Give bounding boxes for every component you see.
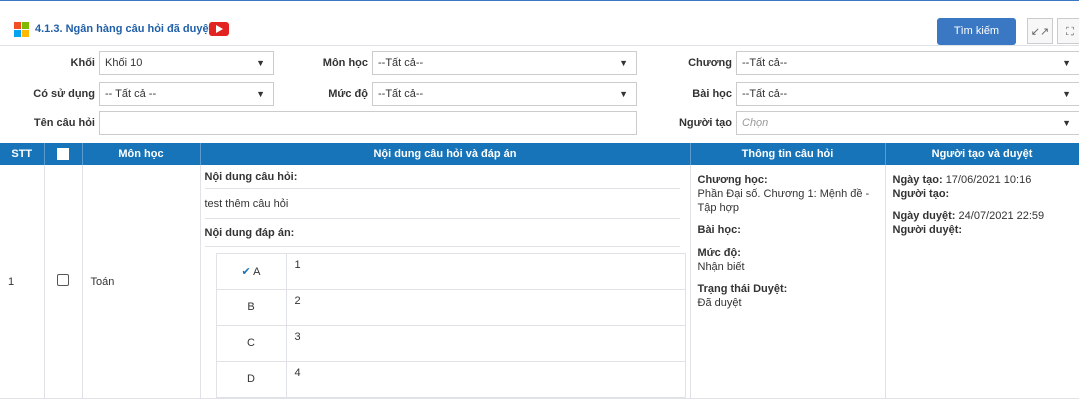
khoi-label: Khối [70,57,95,69]
app-grid-icon [14,22,29,37]
collapse-icon[interactable]: ↙↗ [1027,18,1053,44]
nguoi-tao-duyet-header: Người tạo và duyệt [885,143,1079,165]
mon-hoc-select-value: --Tất cả-- [378,57,424,69]
question-label: Nội dung câu hỏi: [204,171,680,189]
chuong-info-label: Chương học: [697,174,768,186]
chuong-info-value: Phần Đại số. Chương 1: Mệnh đề - Tập hợp [697,188,870,214]
ten-cau-hoi-label: Tên câu hỏi [33,117,95,129]
answer-row: ✔ A 1 [215,253,686,290]
select-all-checkbox[interactable] [57,148,69,161]
answer-row: D 4 [215,361,686,398]
chevron-down-icon: ▼ [1062,89,1071,99]
nguoi-tao-info-label: Người tạo: [892,188,950,200]
youtube-video-icon[interactable] [209,22,229,36]
table-row: 1 Toán Nội dung câu hỏi: test thêm câu h… [0,165,1079,399]
bai-hoc-info-label: Bài học: [697,224,741,236]
table-header-row: STT Môn học Nội dung câu hỏi và đáp án T… [0,143,1079,165]
chevron-down-icon: ▼ [619,89,628,99]
answer-value: 3 [285,325,686,362]
bai-hoc-label: Bài học [692,88,732,100]
row-stt: 1 [0,165,45,399]
muc-do-select[interactable]: --Tất cả-- ▼ [372,82,637,106]
question-info-cell: Chương học: Phần Đại số. Chương 1: Mệnh … [690,165,886,399]
chevron-down-icon: ▼ [1062,58,1071,68]
khoi-select-value: Khối 10 [105,57,143,69]
khoi-select[interactable]: Khối 10 ▼ [99,51,274,75]
question-table: STT Môn học Nội dung câu hỏi và đáp án T… [0,143,1079,399]
chuong-label: Chương [688,57,732,69]
bai-hoc-select-value: --Tất cả-- [742,88,788,100]
co-su-dung-select-value: -- Tất cả -- [105,88,157,100]
row-content-cell: Nội dung câu hỏi: test thêm câu hỏi Nội … [200,165,691,399]
thong-tin-header: Thông tin câu hỏi [690,143,886,165]
select-all-header [44,143,83,165]
answer-letter: A [253,265,261,278]
page-title: 4.1.3. Ngân hàng câu hỏi đã duyệt [35,23,213,35]
answer-value: 2 [285,289,686,326]
answer-table: ✔ A 1 B 2 C 3 D 4 [215,253,686,398]
trang-thai-info-label: Trạng thái Duyệt: [697,283,788,295]
answer-letter-cell: ✔ A [215,253,287,290]
chevron-down-icon: ▼ [256,89,265,99]
answer-row: B 2 [215,289,686,326]
nguoi-tao-label: Người tạo [678,117,732,129]
ngay-duyet-label: Ngày duyệt: [892,210,956,222]
top-border [0,0,1079,1]
answer-letter: C [215,325,287,362]
bai-hoc-select[interactable]: --Tất cả-- ▼ [736,82,1079,106]
mon-hoc-header: Môn học [82,143,201,165]
question-text: test thêm câu hỏi [204,189,680,219]
ngay-duyet-value: 24/07/2021 22:59 [958,210,1045,222]
ngay-tao-label: Ngày tạo: [892,174,943,186]
answer-letter: D [215,361,287,398]
nguoi-tao-select[interactable]: Chọn ▼ [736,111,1079,135]
mon-hoc-select[interactable]: --Tất cả-- ▼ [372,51,637,75]
trang-thai-info-value: Đã duyệt [697,297,742,309]
muc-do-info-value: Nhận biết [697,261,745,273]
row-checkbox[interactable] [57,274,69,286]
chevron-down-icon: ▼ [256,58,265,68]
chuong-select-value: --Tất cả-- [742,57,788,69]
answer-value: 1 [285,253,686,290]
co-su-dung-select[interactable]: -- Tất cả -- ▼ [99,82,274,106]
row-mon-hoc: Toán [82,165,201,399]
nguoi-duyet-label: Người duyệt: [892,224,963,236]
ten-cau-hoi-input[interactable] [99,111,637,135]
muc-do-select-value: --Tất cả-- [378,88,424,100]
stt-header: STT [0,143,45,165]
chevron-down-icon: ▼ [1062,118,1071,128]
muc-do-label: Mức độ [328,88,368,100]
row-checkbox-cell [44,165,83,399]
answer-letter: B [215,289,287,326]
answer-row: C 3 [215,325,686,362]
creator-cell: Ngày tạo: 17/06/2021 10:16 Người tạo: Ng… [885,165,1079,399]
chevron-down-icon: ▼ [619,58,628,68]
answer-value: 4 [285,361,686,398]
ngay-tao-value: 17/06/2021 10:16 [945,174,1032,186]
chuong-select[interactable]: --Tất cả-- ▼ [736,51,1079,75]
mon-hoc-label: Môn học [322,57,368,69]
fullscreen-icon[interactable]: ⛶ [1057,18,1079,44]
answer-label: Nội dung đáp án: [204,219,680,247]
muc-do-info-label: Mức độ: [697,247,741,259]
panel-header: 4.1.3. Ngân hàng câu hỏi đã duyệt Tìm ki… [0,11,1079,46]
noi-dung-header: Nội dung câu hỏi và đáp án [200,143,691,165]
co-su-dung-label: Có sử dụng [33,88,95,100]
search-button[interactable]: Tìm kiếm [937,18,1016,45]
nguoi-tao-placeholder: Chọn [742,117,769,129]
check-icon: ✔ [241,265,251,278]
